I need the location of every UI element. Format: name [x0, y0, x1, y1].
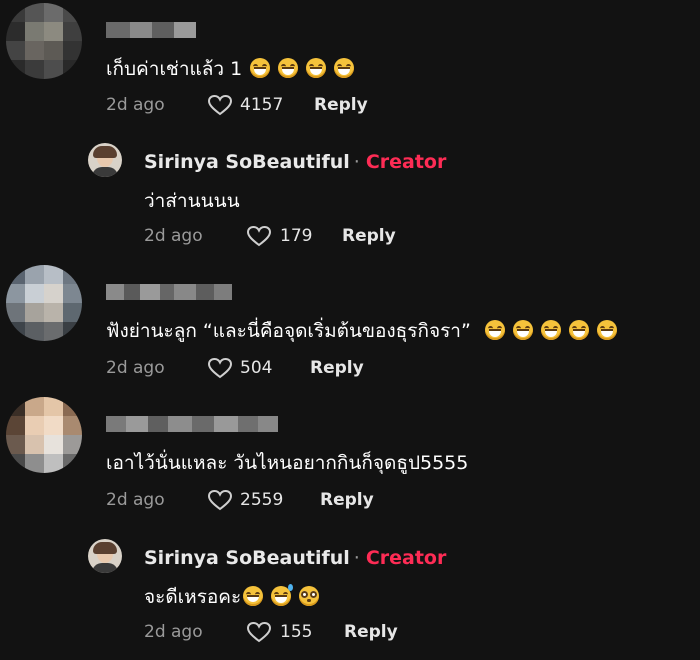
laugh-tears-icon: [306, 58, 327, 78]
comment-text: ว่าส่านนนน: [144, 190, 240, 212]
heart-icon[interactable]: [246, 225, 272, 247]
heart-icon[interactable]: [246, 621, 272, 643]
like-count: 155: [280, 622, 313, 642]
reply-item: Sirinya SoBeautiful · Creator จะดีเหรอคะ 2…: [0, 526, 700, 660]
author-name-blurred[interactable]: [106, 416, 278, 432]
author-name[interactable]: Sirinya SoBeautiful · Creator: [144, 547, 446, 569]
comment-text: จะดีเหรอคะ: [144, 582, 320, 612]
avatar[interactable]: [6, 3, 82, 79]
comment-text: เก็บค่าเช่าแล้ว 1: [106, 54, 355, 84]
heart-icon[interactable]: [207, 489, 233, 511]
comment-item: เก็บค่าเช่าแล้ว 1 2d ago 4157 Reply: [0, 0, 700, 130]
timestamp: 2d ago: [106, 490, 165, 510]
reply-item: Sirinya SoBeautiful · Creator ว่าส่านนนน 2…: [0, 130, 700, 260]
avatar[interactable]: [6, 265, 82, 341]
comment-text: ฟังย่านะลูก “และนี่คือจุดเริ่มต้นของธุรก…: [106, 316, 617, 346]
creator-avatar[interactable]: [88, 539, 122, 573]
sweat-smile-icon: [271, 584, 294, 606]
heart-icon[interactable]: [207, 357, 233, 379]
laugh-tears-icon: [278, 58, 299, 78]
reply-button[interactable]: Reply: [342, 226, 396, 246]
comment-item: ฟังย่านะลูก “และนี่คือจุดเริ่มต้นของธุรก…: [0, 262, 700, 392]
grin-icon: [243, 586, 264, 606]
reply-button[interactable]: Reply: [314, 95, 368, 115]
comment-text: เอาไว้นั่นแหละ วันไหนอยากกินก็จุดธูป5555: [106, 452, 469, 474]
reply-button[interactable]: Reply: [310, 358, 364, 378]
laugh-tears-icon: [334, 58, 355, 78]
laugh-tears-icon: [568, 320, 589, 340]
comment-item: เอาไว้นั่นแหละ วันไหนอยากกินก็จุดธูป5555…: [0, 394, 700, 524]
like-count: 4157: [240, 95, 284, 115]
reply-button[interactable]: Reply: [320, 490, 374, 510]
reply-button[interactable]: Reply: [344, 622, 398, 642]
laugh-tears-icon: [484, 320, 505, 340]
like-count: 179: [280, 226, 313, 246]
creator-badge: Creator: [365, 151, 447, 173]
laugh-tears-icon: [540, 320, 561, 340]
like-count: 504: [240, 358, 273, 378]
avatar[interactable]: [6, 397, 82, 473]
author-name-blurred[interactable]: [106, 284, 232, 300]
heart-icon[interactable]: [207, 94, 233, 116]
laugh-tears-icon: [250, 58, 271, 78]
author-name[interactable]: Sirinya SoBeautiful · Creator: [144, 151, 446, 173]
laugh-tears-icon: [596, 320, 617, 340]
creator-badge: Creator: [365, 547, 447, 569]
timestamp: 2d ago: [106, 358, 165, 378]
author-name-blurred[interactable]: [106, 22, 196, 38]
laugh-tears-icon: [512, 320, 533, 340]
creator-avatar[interactable]: [88, 143, 122, 177]
timestamp: 2d ago: [106, 95, 165, 115]
timestamp: 2d ago: [144, 226, 203, 246]
like-count: 2559: [240, 490, 284, 510]
flushed-icon: [299, 586, 320, 606]
timestamp: 2d ago: [144, 622, 203, 642]
